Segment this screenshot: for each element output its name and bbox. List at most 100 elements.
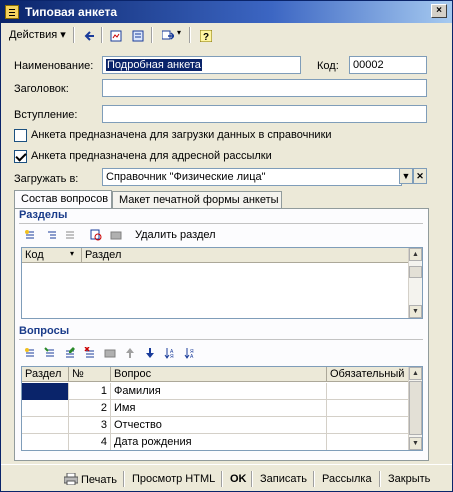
scroll-down-icon[interactable]: ▼ — [409, 305, 422, 318]
name-label: Наименование: — [14, 60, 94, 72]
sections-title: Разделы — [19, 209, 68, 221]
name-value: Подробная анкета — [106, 59, 202, 71]
row-section-cell[interactable] — [22, 434, 69, 450]
questions-table-header: Раздел № Вопрос Обязательный — [22, 367, 410, 382]
command-bar: Печать Просмотр HTML OK Записать Рассылк… — [1, 464, 452, 491]
arrow-left-icon[interactable] — [81, 27, 97, 43]
edit-section-icon[interactable] — [107, 226, 125, 244]
row-question-cell[interactable]: Имя — [111, 400, 327, 417]
actions-menu-button[interactable]: Действия ▾ — [9, 28, 66, 41]
row-required-cell[interactable] — [327, 417, 410, 434]
row-required-cell[interactable] — [327, 383, 410, 400]
ok-button[interactable]: OK — [225, 469, 252, 489]
scroll-up-icon[interactable]: ▲ — [409, 248, 422, 261]
scroll-up-icon[interactable]: ▲ — [409, 367, 422, 380]
scroll-down-icon[interactable]: ▼ — [409, 437, 422, 450]
save-button[interactable]: Записать — [255, 469, 313, 489]
row-question-cell[interactable]: Дата рождения — [111, 434, 327, 450]
add-subsection-icon[interactable] — [43, 226, 61, 244]
toolbar-separator — [101, 27, 103, 43]
row-question-cell[interactable]: Отчество — [111, 417, 327, 434]
table-row[interactable]: 4 Дата рождения — [22, 434, 410, 450]
move-up-icon[interactable] — [121, 344, 139, 362]
sort-descending-icon[interactable]: ЯA — [181, 344, 199, 362]
row-number-cell[interactable]: 4 — [69, 434, 111, 450]
column-header-section[interactable]: Раздел — [82, 248, 410, 263]
address-mailing-checkbox[interactable] — [14, 150, 27, 163]
load-to-catalogs-label: Анкета предназначена для загрузки данных… — [31, 129, 332, 141]
window-title: Типовая анкета — [25, 5, 118, 19]
close-window-button[interactable]: × — [431, 4, 447, 18]
title-bar[interactable]: Типовая анкета × — [1, 1, 452, 23]
sections-scrollbar[interactable]: ▲ ▼ — [408, 248, 422, 318]
navigate-icon[interactable] — [159, 27, 175, 43]
end-edit-icon[interactable] — [101, 344, 119, 362]
row-question-cell[interactable]: Фамилия — [111, 383, 327, 400]
sort-ascending-icon[interactable]: AЯ — [161, 344, 179, 362]
sections-table[interactable]: Код ▾ Раздел ▲ ▼ — [21, 247, 423, 319]
code-field[interactable]: 00002 — [349, 56, 427, 74]
refresh-icon[interactable] — [129, 27, 145, 43]
column-header-number[interactable]: № — [69, 367, 111, 382]
scroll-thumb[interactable] — [409, 381, 422, 435]
help-icon[interactable]: ? — [197, 27, 213, 43]
row-section-cell[interactable] — [22, 400, 69, 417]
questionnaire-window: Типовая анкета × Действия ▾ ▾ ? Наименов… — [0, 0, 453, 492]
heading-label: Заголовок: — [14, 83, 69, 95]
column-header-section[interactable]: Раздел — [22, 367, 69, 382]
mailing-button[interactable]: Рассылка — [317, 469, 377, 489]
copy-section-icon[interactable] — [87, 226, 105, 244]
questions-table[interactable]: Раздел № Вопрос Обязательный 1 Фамилия 2… — [21, 366, 423, 451]
sections-table-header: Код ▾ Раздел — [22, 248, 410, 263]
column-header-required[interactable]: Обязательный — [327, 367, 410, 382]
clear-field-button[interactable]: ✕ — [413, 168, 427, 184]
select-dropdown-button[interactable]: ▼ — [399, 168, 413, 184]
row-required-cell[interactable] — [327, 434, 410, 450]
move-section-icon[interactable] — [61, 226, 79, 244]
row-number-cell[interactable]: 2 — [69, 400, 111, 417]
column-header-question[interactable]: Вопрос — [111, 367, 327, 382]
window-scrollbar[interactable] — [437, 45, 447, 465]
name-field[interactable]: Подробная анкета — [102, 56, 301, 74]
move-down-icon[interactable] — [141, 344, 159, 362]
table-row[interactable]: 2 Имя — [22, 400, 410, 417]
svg-text:Я: Я — [170, 354, 174, 359]
add-section-icon[interactable] — [21, 226, 39, 244]
table-row[interactable]: 1 Фамилия — [22, 383, 410, 400]
table-row[interactable]: 3 Отчество — [22, 417, 410, 434]
intro-label: Вступление: — [14, 109, 78, 121]
questions-title: Вопросы — [19, 325, 70, 337]
form-icon[interactable] — [107, 27, 123, 43]
row-number-cell[interactable]: 3 — [69, 417, 111, 434]
load-to-catalogs-checkbox[interactable] — [14, 129, 27, 142]
command-separator — [123, 471, 125, 487]
sort-dropdown-icon[interactable]: ▾ — [70, 249, 74, 258]
toolbar: Действия ▾ ▾ ? — [5, 25, 445, 45]
navigate-dropdown-icon[interactable]: ▾ — [177, 28, 181, 37]
tab-print-layout[interactable]: Макет печатной формы анкеты — [112, 191, 282, 209]
tab-questions[interactable]: Состав вопросов — [14, 190, 112, 210]
add-question-icon[interactable] — [21, 344, 39, 362]
edit-question-icon[interactable] — [61, 344, 79, 362]
row-section-cell[interactable] — [22, 383, 69, 400]
print-button[interactable]: Печать — [59, 469, 123, 489]
questions-scrollbar[interactable]: ▲ ▼ — [408, 367, 422, 450]
load-to-field[interactable]: Справочник "Физические лица" — [102, 168, 402, 186]
copy-question-icon[interactable] — [41, 344, 59, 362]
sections-divider — [19, 223, 423, 224]
row-required-cell[interactable] — [327, 400, 410, 417]
delete-question-icon[interactable] — [81, 344, 99, 362]
preview-html-button[interactable]: Просмотр HTML — [127, 469, 221, 489]
address-mailing-label: Анкета предназначена для адресной рассыл… — [31, 150, 272, 162]
questions-toolbar: AЯ ЯA — [21, 344, 421, 362]
intro-field[interactable] — [102, 105, 427, 123]
sections-toolbar: Удалить раздел — [21, 226, 421, 244]
scroll-thumb[interactable] — [409, 266, 422, 278]
close-button[interactable]: Закрыть — [383, 469, 436, 489]
app-icon — [5, 5, 19, 19]
delete-section-button[interactable]: Удалить раздел — [135, 229, 216, 241]
command-separator — [313, 471, 315, 487]
row-section-cell[interactable] — [22, 417, 69, 434]
row-number-cell[interactable]: 1 — [69, 383, 111, 400]
heading-field[interactable] — [102, 79, 427, 97]
